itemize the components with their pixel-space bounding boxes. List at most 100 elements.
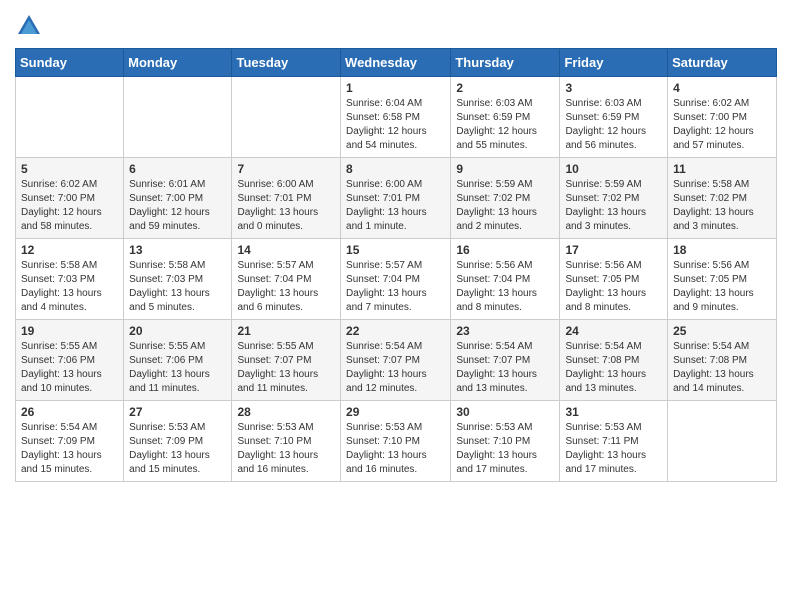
calendar-cell: 5Sunrise: 6:02 AM Sunset: 7:00 PM Daylig… — [16, 158, 124, 239]
calendar-table: SundayMondayTuesdayWednesdayThursdayFrid… — [15, 48, 777, 482]
day-number: 4 — [673, 81, 771, 95]
calendar-header: SundayMondayTuesdayWednesdayThursdayFrid… — [16, 49, 777, 77]
day-info: Sunrise: 5:58 AM Sunset: 7:02 PM Dayligh… — [673, 178, 771, 234]
day-of-week-header: Wednesday — [341, 49, 451, 77]
day-info: Sunrise: 5:57 AM Sunset: 7:04 PM Dayligh… — [346, 259, 445, 315]
day-info: Sunrise: 5:53 AM Sunset: 7:11 PM Dayligh… — [565, 421, 662, 477]
day-info: Sunrise: 5:56 AM Sunset: 7:05 PM Dayligh… — [565, 259, 662, 315]
day-number: 26 — [21, 405, 118, 419]
day-of-week-header: Friday — [560, 49, 668, 77]
day-info: Sunrise: 6:03 AM Sunset: 6:59 PM Dayligh… — [456, 97, 554, 153]
calendar-cell: 9Sunrise: 5:59 AM Sunset: 7:02 PM Daylig… — [451, 158, 560, 239]
calendar-week-row: 19 Sunrise: 5:55 AM Sunset: 7:06 PM Dayli… — [16, 320, 777, 401]
day-info: Sunrise: 5:54 AM Sunset: 7:08 PM Dayligh… — [565, 340, 662, 396]
calendar-cell: 15 Sunrise: 5:57 AM Sunset: 7:04 PM Dayli… — [341, 239, 451, 320]
calendar-cell: 12Sunrise: 5:58 AM Sunset: 7:03 PM Dayli… — [16, 239, 124, 320]
day-number: 11 — [673, 162, 771, 176]
day-number: 30 — [456, 405, 554, 419]
calendar-week-row: 26 Sunrise: 5:54 AM Sunset: 7:09 PM Dayli… — [16, 401, 777, 482]
calendar-cell: 11 Sunrise: 5:58 AM Sunset: 7:02 PM Dayli… — [668, 158, 777, 239]
calendar-cell: 22Sunrise: 5:54 AM Sunset: 7:07 PM Dayli… — [341, 320, 451, 401]
calendar-cell: 23 Sunrise: 5:54 AM Sunset: 7:07 PM Dayli… — [451, 320, 560, 401]
day-info: Sunrise: 5:53 AM Sunset: 7:10 PM Dayligh… — [456, 421, 554, 477]
day-info: Sunrise: 6:02 AM Sunset: 7:00 PM Dayligh… — [673, 97, 771, 153]
day-number: 25 — [673, 324, 771, 338]
day-info: Sunrise: 5:53 AM Sunset: 7:10 PM Dayligh… — [346, 421, 445, 477]
day-number: 6 — [129, 162, 226, 176]
calendar-cell: 25Sunrise: 5:54 AM Sunset: 7:08 PM Dayli… — [668, 320, 777, 401]
day-info: Sunrise: 5:53 AM Sunset: 7:10 PM Dayligh… — [237, 421, 335, 477]
day-number: 17 — [565, 243, 662, 257]
day-number: 21 — [237, 324, 335, 338]
calendar-cell: 10 Sunrise: 5:59 AM Sunset: 7:02 PM Dayli… — [560, 158, 668, 239]
day-info: Sunrise: 5:59 AM Sunset: 7:02 PM Dayligh… — [565, 178, 662, 234]
day-of-week-header: Monday — [124, 49, 232, 77]
calendar-cell: 8Sunrise: 6:00 AM Sunset: 7:01 PM Daylig… — [341, 158, 451, 239]
calendar-body: 1 Sunrise: 6:04 AM Sunset: 6:58 PM Daylig… — [16, 77, 777, 482]
day-number: 28 — [237, 405, 335, 419]
calendar-cell: 1 Sunrise: 6:04 AM Sunset: 6:58 PM Daylig… — [341, 77, 451, 158]
calendar-week-row: 1 Sunrise: 6:04 AM Sunset: 6:58 PM Daylig… — [16, 77, 777, 158]
day-info: Sunrise: 5:56 AM Sunset: 7:05 PM Dayligh… — [673, 259, 771, 315]
day-info: Sunrise: 5:54 AM Sunset: 7:07 PM Dayligh… — [456, 340, 554, 396]
day-info: Sunrise: 5:55 AM Sunset: 7:06 PM Dayligh… — [129, 340, 226, 396]
calendar-cell: 19Sunrise: 5:55 AM Sunset: 7:06 PM Dayli… — [16, 320, 124, 401]
day-info: Sunrise: 6:00 AM Sunset: 7:01 PM Dayligh… — [237, 178, 335, 234]
day-number: 23 — [456, 324, 554, 338]
day-number: 18 — [673, 243, 771, 257]
day-of-week-header: Thursday — [451, 49, 560, 77]
calendar-cell: 18 Sunrise: 5:56 AM Sunset: 7:05 PM Dayli… — [668, 239, 777, 320]
day-number: 29 — [346, 405, 445, 419]
header-row: SundayMondayTuesdayWednesdayThursdayFrid… — [16, 49, 777, 77]
day-of-week-header: Tuesday — [232, 49, 341, 77]
calendar-cell: 4 Sunrise: 6:02 AM Sunset: 7:00 PM Daylig… — [668, 77, 777, 158]
calendar-cell: 26 Sunrise: 5:54 AM Sunset: 7:09 PM Dayli… — [16, 401, 124, 482]
day-number: 15 — [346, 243, 445, 257]
day-number: 10 — [565, 162, 662, 176]
day-number: 20 — [129, 324, 226, 338]
calendar-cell — [16, 77, 124, 158]
calendar-cell: 16 Sunrise: 5:56 AM Sunset: 7:04 PM Dayli… — [451, 239, 560, 320]
day-info: Sunrise: 5:58 AM Sunset: 7:03 PM Dayligh… — [129, 259, 226, 315]
day-info: Sunrise: 5:58 AM Sunset: 7:03 PM Dayligh… — [21, 259, 118, 315]
calendar-cell: 7 Sunrise: 6:00 AM Sunset: 7:01 PM Daylig… — [232, 158, 341, 239]
day-number: 24 — [565, 324, 662, 338]
day-info: Sunrise: 5:57 AM Sunset: 7:04 PM Dayligh… — [237, 259, 335, 315]
calendar-cell: 20 Sunrise: 5:55 AM Sunset: 7:06 PM Dayli… — [124, 320, 232, 401]
day-number: 14 — [237, 243, 335, 257]
calendar-week-row: 12Sunrise: 5:58 AM Sunset: 7:03 PM Dayli… — [16, 239, 777, 320]
day-number: 19 — [21, 324, 118, 338]
day-number: 3 — [565, 81, 662, 95]
day-info: Sunrise: 5:53 AM Sunset: 7:09 PM Dayligh… — [129, 421, 226, 477]
day-number: 8 — [346, 162, 445, 176]
calendar-cell: 21Sunrise: 5:55 AM Sunset: 7:07 PM Dayli… — [232, 320, 341, 401]
day-number: 16 — [456, 243, 554, 257]
day-info: Sunrise: 6:02 AM Sunset: 7:00 PM Dayligh… — [21, 178, 118, 234]
day-number: 31 — [565, 405, 662, 419]
day-number: 27 — [129, 405, 226, 419]
day-number: 7 — [237, 162, 335, 176]
calendar-cell — [124, 77, 232, 158]
calendar-week-row: 5Sunrise: 6:02 AM Sunset: 7:00 PM Daylig… — [16, 158, 777, 239]
calendar-cell: 13 Sunrise: 5:58 AM Sunset: 7:03 PM Dayli… — [124, 239, 232, 320]
day-info: Sunrise: 6:01 AM Sunset: 7:00 PM Dayligh… — [129, 178, 226, 234]
calendar-cell: 2 Sunrise: 6:03 AM Sunset: 6:59 PM Daylig… — [451, 77, 560, 158]
day-info: Sunrise: 5:54 AM Sunset: 7:07 PM Dayligh… — [346, 340, 445, 396]
calendar-cell: 3Sunrise: 6:03 AM Sunset: 6:59 PM Daylig… — [560, 77, 668, 158]
day-number: 13 — [129, 243, 226, 257]
day-number: 1 — [346, 81, 445, 95]
day-number: 2 — [456, 81, 554, 95]
day-info: Sunrise: 5:56 AM Sunset: 7:04 PM Dayligh… — [456, 259, 554, 315]
day-of-week-header: Saturday — [668, 49, 777, 77]
day-info: Sunrise: 5:59 AM Sunset: 7:02 PM Dayligh… — [456, 178, 554, 234]
calendar-cell: 29 Sunrise: 5:53 AM Sunset: 7:10 PM Dayli… — [341, 401, 451, 482]
calendar-cell — [232, 77, 341, 158]
day-info: Sunrise: 6:04 AM Sunset: 6:58 PM Dayligh… — [346, 97, 445, 153]
day-info: Sunrise: 5:54 AM Sunset: 7:09 PM Dayligh… — [21, 421, 118, 477]
calendar-cell: 6 Sunrise: 6:01 AM Sunset: 7:00 PM Daylig… — [124, 158, 232, 239]
day-of-week-header: Sunday — [16, 49, 124, 77]
logo-icon — [15, 12, 43, 40]
calendar-cell: 31 Sunrise: 5:53 AM Sunset: 7:11 PM Dayli… — [560, 401, 668, 482]
calendar-cell: 27 Sunrise: 5:53 AM Sunset: 7:09 PM Dayli… — [124, 401, 232, 482]
calendar-cell: 17 Sunrise: 5:56 AM Sunset: 7:05 PM Dayli… — [560, 239, 668, 320]
